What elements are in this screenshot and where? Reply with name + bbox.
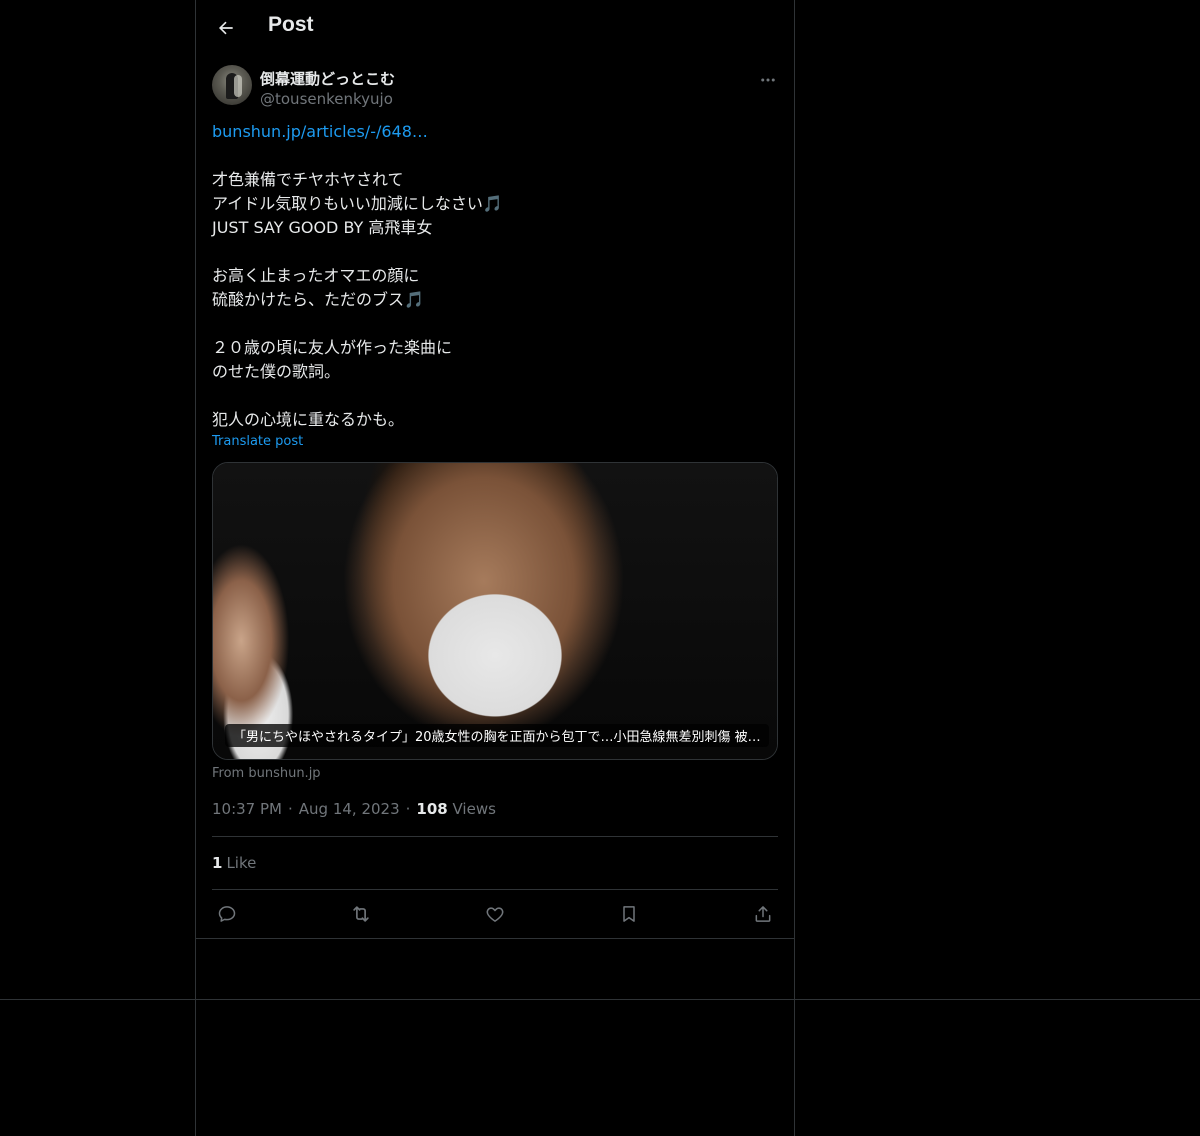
- more-horizontal-icon: [759, 71, 777, 89]
- more-options-button[interactable]: [756, 68, 780, 92]
- post-line: お高く止まったオマエの顔に: [212, 266, 420, 285]
- post-line: [212, 144, 778, 168]
- post-body: bunshun.jp/articles/-/648… 才色兼備でチヤホヤされて …: [212, 120, 778, 432]
- reply-button[interactable]: [212, 899, 242, 929]
- avatar[interactable]: [212, 65, 252, 105]
- right-column-border: [794, 0, 795, 1136]
- page-title: Post: [268, 13, 314, 36]
- post-time[interactable]: 10:37 PM: [212, 800, 282, 818]
- author-handle[interactable]: @tousenkenkyujo: [260, 90, 393, 108]
- translate-post-link[interactable]: Translate post: [212, 434, 778, 452]
- post-line: アイドル気取りもいい加減にしなさい🎵: [212, 194, 503, 213]
- retweet-icon: [350, 903, 372, 925]
- post-line: [212, 240, 778, 264]
- action-bar: [212, 890, 778, 938]
- card-image: [213, 463, 777, 759]
- like-button[interactable]: [480, 899, 510, 929]
- back-arrow-icon: [216, 18, 236, 38]
- post-meta: 10:37 PM · Aug 14, 2023 · 108 Views: [212, 800, 778, 820]
- post-line: [212, 312, 778, 336]
- post-header: Post: [196, 0, 794, 56]
- author-row: 倒幕運動どっとこむ @tousenkenkyujo: [196, 64, 794, 116]
- views-count: 108: [416, 800, 448, 818]
- meta-separator: ·: [287, 800, 293, 818]
- link-card[interactable]: 「男にちやほやされるタイプ」20歳女性の胸を正面から包丁で…小田急線無差別刺傷 …: [212, 462, 778, 760]
- share-button[interactable]: [748, 899, 778, 929]
- card-caption: 「男にちやほやされるタイプ」20歳女性の胸を正面から包丁で…小田急線無差別刺傷 …: [225, 724, 769, 747]
- post-bottom-border: [196, 938, 794, 939]
- post-line: のせた僕の歌詞。: [212, 362, 341, 381]
- bookmark-button[interactable]: [614, 899, 644, 929]
- share-icon: [753, 904, 773, 924]
- reply-icon: [217, 904, 237, 924]
- bottom-section-divider: [0, 999, 1200, 1000]
- meta-separator: ·: [405, 800, 411, 818]
- post-line: 才色兼備でチヤホヤされて: [212, 170, 404, 189]
- post-line: [212, 384, 778, 408]
- likes-summary[interactable]: 1 Like: [212, 837, 778, 889]
- author-display-name[interactable]: 倒幕運動どっとこむ: [260, 68, 395, 89]
- card-source: From bunshun.jp: [212, 766, 321, 781]
- post-line: 硫酸かけたら、ただのブス🎵: [212, 290, 424, 309]
- views-label: Views: [452, 800, 496, 818]
- post-link[interactable]: bunshun.jp/articles/-/648…: [212, 122, 428, 141]
- post-line: ２０歳の頃に友人が作った楽曲に: [212, 338, 453, 357]
- like-icon: [485, 904, 505, 924]
- post-line: JUST SAY GOOD BY 高飛車女: [212, 218, 433, 237]
- likes-label: Like: [226, 854, 257, 872]
- post-line: 犯人の心境に重なるかも。: [212, 410, 405, 429]
- likes-count: 1: [212, 854, 223, 872]
- main-column: Post 倒幕運動どっとこむ @tousenkenkyujo bunshun.j…: [196, 0, 794, 939]
- retweet-button[interactable]: [346, 899, 376, 929]
- bookmark-icon: [619, 904, 639, 924]
- post-date[interactable]: Aug 14, 2023: [299, 800, 400, 818]
- back-button[interactable]: [210, 12, 242, 44]
